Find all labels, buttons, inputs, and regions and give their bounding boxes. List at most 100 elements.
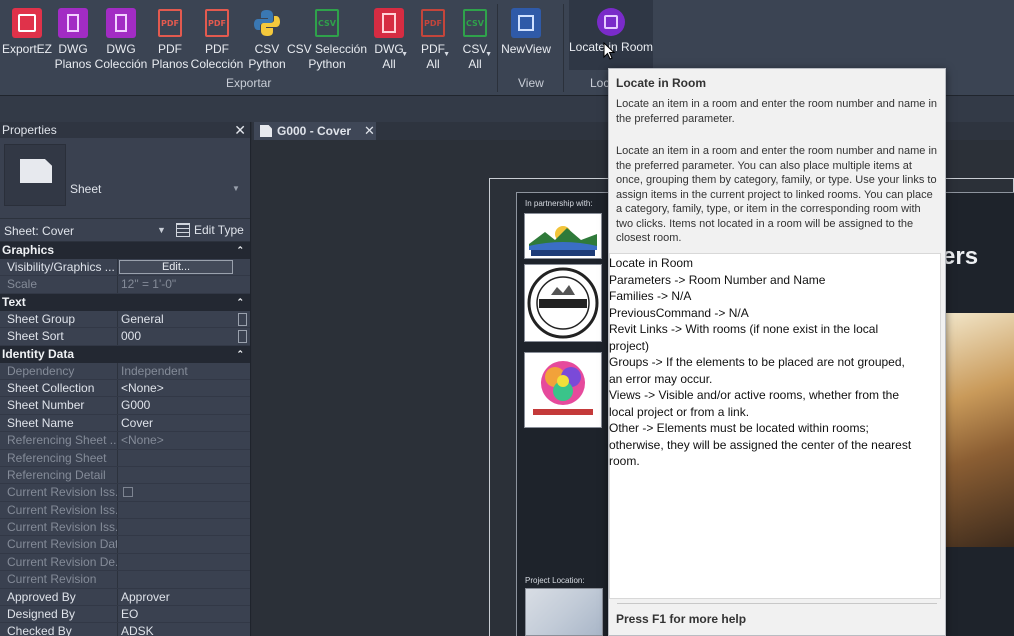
property-value-text: Independent bbox=[121, 363, 188, 378]
value-field-box[interactable] bbox=[238, 330, 247, 344]
section-header[interactable]: Graphics ⌃ bbox=[0, 242, 250, 259]
property-value bbox=[118, 571, 250, 587]
dwg-collection-button[interactable]: DWG Colección bbox=[95, 0, 147, 78]
type-selector[interactable]: Sheet ▼ bbox=[0, 138, 250, 218]
property-row: Referencing Detail bbox=[0, 466, 250, 485]
tooltip-locate-in-room: Locate in Room Locate an item in a room … bbox=[608, 68, 946, 636]
property-row[interactable]: Approved By Approver bbox=[0, 588, 250, 607]
pdf-collection-button[interactable]: PDF PDF Colección bbox=[191, 0, 243, 78]
pdf-collection-icon: PDF bbox=[202, 8, 232, 38]
pdf-all-button[interactable]: PDF PDF All ▼ bbox=[418, 0, 450, 78]
property-value[interactable]: 000 bbox=[118, 328, 250, 344]
edit-type-button[interactable]: Edit Type bbox=[176, 223, 244, 237]
property-value[interactable]: Cover bbox=[118, 415, 250, 431]
chevron-down-icon[interactable]: ▼ bbox=[157, 225, 166, 235]
checkbox bbox=[123, 487, 133, 498]
group-separator bbox=[563, 4, 564, 92]
section-title: Graphics bbox=[2, 243, 55, 257]
property-value-text: ADSK bbox=[121, 624, 154, 636]
visibility-graphics-edit-button[interactable]: Edit... bbox=[119, 260, 233, 274]
property-row: Dependency Independent bbox=[0, 362, 250, 380]
collapse-icon[interactable]: ⌃ bbox=[236, 242, 244, 259]
property-row[interactable]: Sheet Name Cover bbox=[0, 414, 250, 433]
dwg-all-button[interactable]: DWG All ▼ bbox=[372, 0, 408, 78]
pdf-planos-button[interactable]: PDF PDF Planos bbox=[150, 0, 190, 78]
property-name: Sheet Name bbox=[0, 414, 118, 432]
close-icon[interactable]: ✕ bbox=[364, 122, 375, 140]
csv-selection-python-button[interactable]: CSV CSV Selección Python bbox=[287, 0, 367, 78]
property-value: <None> bbox=[118, 432, 250, 448]
property-row[interactable]: Sheet Sort 000 bbox=[0, 328, 250, 346]
property-row: Scale 12" = 1'-0" bbox=[0, 276, 250, 294]
tooltip-title: Locate in Room bbox=[616, 76, 707, 90]
property-name: Approved By bbox=[0, 588, 118, 606]
csv-python-button[interactable]: CSV Python bbox=[246, 0, 288, 78]
collapse-icon[interactable]: ⌃ bbox=[236, 346, 244, 363]
dwg-planos-button[interactable]: DWG Planos bbox=[52, 0, 94, 78]
properties-panel: Properties ✕ Sheet ▼ Sheet: Cover ▼ Edit… bbox=[0, 122, 251, 636]
collapse-icon[interactable]: ⌃ bbox=[236, 294, 244, 311]
pdf-all-dropdown-arrow[interactable]: ▼ bbox=[443, 51, 450, 58]
section-header[interactable]: Text ⌃ bbox=[0, 293, 250, 311]
chevron-down-icon[interactable]: ▼ bbox=[232, 184, 240, 193]
tab-g000-cover[interactable]: G000 - Cover ✕ bbox=[254, 122, 376, 140]
property-row: Current Revision Iss... bbox=[0, 501, 250, 520]
csv-all-dropdown-arrow[interactable]: ▼ bbox=[485, 51, 492, 58]
dwg-all-icon bbox=[374, 8, 404, 38]
property-value bbox=[118, 467, 250, 483]
property-value bbox=[118, 484, 250, 500]
property-name: Current Revision bbox=[0, 571, 118, 588]
edit-type-label: Edit Type bbox=[194, 223, 244, 237]
property-row: Referencing Sheet ... <None> bbox=[0, 432, 250, 450]
property-value[interactable]: G000 bbox=[118, 397, 250, 413]
group-label-locate: Loc bbox=[590, 76, 610, 90]
csv-selection-icon: CSV bbox=[312, 8, 342, 38]
instance-filter[interactable]: Sheet: Cover bbox=[4, 224, 74, 238]
tooltip-help-hint: Press F1 for more help bbox=[616, 612, 747, 626]
value-field-box[interactable] bbox=[238, 312, 247, 326]
property-value[interactable]: ADSK bbox=[118, 623, 250, 636]
csv-all-button[interactable]: CSV CSV All ▼ bbox=[460, 0, 492, 78]
property-name: Designed By bbox=[0, 606, 118, 623]
property-value[interactable]: EO bbox=[118, 606, 250, 622]
properties-sections: Graphics ⌃ Visibility/Graphics ... Edit... S… bbox=[0, 242, 250, 636]
property-value[interactable]: Approver bbox=[118, 589, 250, 605]
dwg-all-dropdown-arrow[interactable]: ▼ bbox=[401, 51, 408, 58]
close-icon[interactable]: ✕ bbox=[234, 122, 246, 138]
property-row[interactable]: Sheet Collection <None> bbox=[0, 379, 250, 398]
property-value[interactable]: <None> bbox=[118, 380, 250, 396]
property-name: Current Revision Iss... bbox=[0, 501, 118, 519]
property-row[interactable]: Checked By ADSK bbox=[0, 623, 250, 636]
partnership-label: In partnership with: bbox=[525, 199, 593, 208]
property-value[interactable]: Edit... bbox=[118, 259, 250, 275]
property-row[interactable]: Visibility/Graphics ... Edit... bbox=[0, 259, 250, 277]
property-value-text: General bbox=[121, 311, 164, 326]
section-header[interactable]: Identity Data ⌃ bbox=[0, 345, 250, 363]
property-value: Independent bbox=[118, 363, 250, 379]
property-name: Visibility/Graphics ... bbox=[0, 259, 118, 276]
property-name: Sheet Collection bbox=[0, 379, 118, 397]
property-value bbox=[118, 519, 250, 535]
property-value-text: G000 bbox=[121, 398, 151, 413]
property-row[interactable]: Designed By EO bbox=[0, 606, 250, 624]
property-row[interactable]: Sheet Number G000 bbox=[0, 397, 250, 415]
section-title: Identity Data bbox=[2, 346, 75, 361]
property-name: Referencing Sheet bbox=[0, 449, 118, 466]
property-value bbox=[118, 502, 250, 518]
property-value[interactable]: General bbox=[118, 311, 250, 327]
property-value-text: 12" = 1'-0" bbox=[121, 277, 177, 292]
property-name: Scale bbox=[0, 276, 118, 293]
dwg-collection-icon bbox=[106, 8, 136, 38]
property-row: Current Revision Iss... bbox=[0, 484, 250, 502]
group-separator bbox=[497, 4, 498, 92]
property-name: Current Revision Iss... bbox=[0, 484, 118, 501]
property-name: Sheet Sort bbox=[0, 328, 118, 345]
exportez-button[interactable]: ExportEZ bbox=[2, 0, 52, 78]
tab-label: G000 - Cover bbox=[277, 124, 352, 138]
tooltip-details-box: Locate in Room Parameters -> Room Number… bbox=[609, 253, 941, 599]
property-row[interactable]: Sheet Group General bbox=[0, 310, 250, 329]
section-title: Text bbox=[2, 294, 26, 309]
tooltip-details-text: Locate in Room Parameters -> Room Number… bbox=[609, 256, 912, 468]
newview-button[interactable]: NewView bbox=[501, 0, 551, 78]
properties-title: Properties bbox=[2, 123, 57, 137]
